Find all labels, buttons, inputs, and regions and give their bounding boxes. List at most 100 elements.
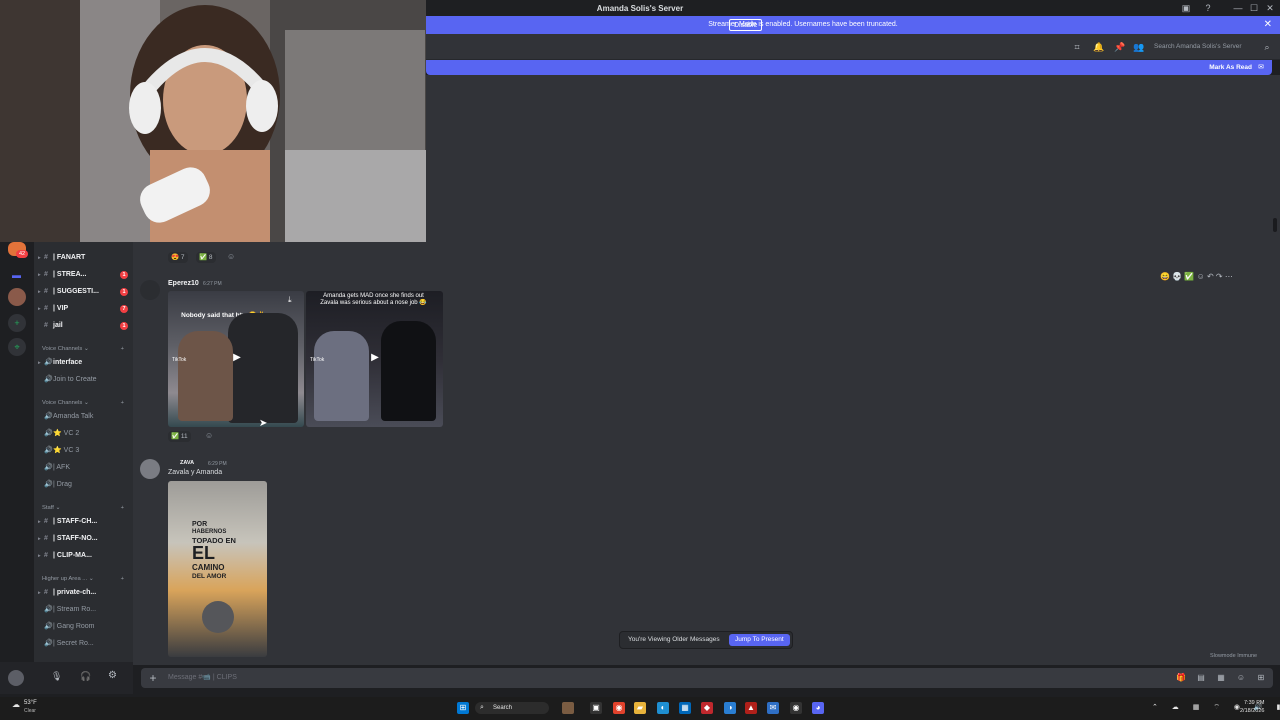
taskbar-clock[interactable]: 7:39 PM [1244,700,1264,706]
older-messages-bar: You're Viewing Older Messages Jump To Pr… [619,631,793,649]
channel-staff-chat[interactable]: ▸ # | STAFF-CH... [38,515,130,529]
voice-channel-vc2[interactable]: 🔊⭐ VC 2 [38,427,130,441]
voice-channel-secret-room[interactable]: 🔊| Secret Ro... [38,637,130,651]
headphones-icon[interactable]: 🎧 [80,671,91,682]
channel-streams[interactable]: ▸ # | STREA... 1 [38,268,130,282]
voice-channel-join-to-create[interactable]: 🔊Join to Create [38,373,130,387]
search-input[interactable]: Search Amanda Solis's Server [1154,41,1270,53]
category-voice-channels[interactable]: Voice Channels ⌄ + [42,343,130,355]
image-attachment[interactable]: POR HABERNOS TOPADO EN EL CAMINO DEL AMO… [168,481,267,657]
taskbar-app-icon[interactable]: ◉ [790,702,802,714]
gif-icon[interactable]: ▤ [1196,673,1206,683]
mark-read-icon: ✉ [1258,64,1264,71]
channel-vip[interactable]: ▸ # | VIP 7 [38,302,130,316]
taskbar-app-icon[interactable]: ◑ [724,702,736,714]
gear-icon[interactable]: ⚙ [108,670,117,681]
message-input[interactable]: Message #📹 | CLIPS [168,673,237,681]
server-avatar[interactable] [8,288,26,306]
minimize-button[interactable]: — [1230,2,1246,14]
task-view-icon[interactable]: ▣ [590,702,602,714]
taskbar-app-icon[interactable]: ▲ [745,702,757,714]
play-icon[interactable]: ▶ [230,351,244,365]
reply-icon[interactable]: ↶ [1207,272,1214,281]
voice-channel-afk[interactable]: 🔊| AFK [38,461,130,475]
channel-suggestions[interactable]: ▸ # | SUGGESTI... 1 [38,285,130,299]
voice-channel-gang-room[interactable]: 🔊| Gang Room [38,620,130,634]
channel-clip-manager[interactable]: ▸ # | CLIP-MA... [38,549,130,563]
avatar[interactable] [140,280,160,300]
add-reaction-icon[interactable]: ☺ [205,431,213,440]
reaction-check[interactable]: ✅ 8 [196,252,216,263]
category-higher-up[interactable]: Higher up Area ... ⌄ + [42,573,130,585]
voice-channel-drag[interactable]: 🔊| Drag [38,478,130,492]
help-icon[interactable]: ? [1200,2,1216,14]
apps-icon[interactable]: ⊞ [1256,673,1266,683]
voice-channel-amanda-talk[interactable]: 🔊Amanda Talk [38,410,130,424]
channel-staff-notes[interactable]: ▸ # | STAFF-NO... [38,532,130,546]
maximize-button[interactable]: ☐ [1246,2,1262,14]
more-icon[interactable]: ⋯ [1225,272,1233,281]
message-author[interactable]: ZAVA [180,460,194,466]
image-text-line: DEL AMOR [192,573,227,580]
inbox-icon[interactable]: ▣ [1178,2,1194,14]
image-text-line: EL [192,543,216,563]
reaction-check[interactable]: ✅ 11 [168,431,191,442]
taskbar-app-icon[interactable] [562,702,574,714]
jump-to-present-button[interactable]: Jump To Present [729,634,790,646]
voice-channel-stream-room[interactable]: 🔊| Stream Ro... [38,603,130,617]
tiktok-watermark: TikTok [310,357,325,363]
chat-scrollbar[interactable] [1273,218,1277,232]
weather-condition: Clear [24,708,36,714]
voice-channel-interface[interactable]: ▸ 🔊interface [38,356,130,370]
taskbar-search[interactable]: Search [475,702,549,714]
channel-jail[interactable]: # jail 1 [38,319,130,333]
start-button[interactable]: ⊞ [457,702,469,714]
member-list-icon[interactable]: 👥 [1133,42,1144,52]
discover-icon[interactable]: ⌖ [8,338,26,356]
taskbar-app-icon[interactable]: ✉ [767,702,779,714]
edge-icon[interactable]: ◐ [657,702,669,714]
gift-icon[interactable]: 🎁 [1176,673,1186,683]
notification-bell-icon[interactable]: 🔔 [1093,42,1104,52]
mark-as-read-button[interactable]: Mark As Read [1209,64,1252,71]
sticker-icon[interactable]: ▦ [1216,673,1226,683]
attach-file-icon[interactable]: + [146,671,160,685]
add-reaction-icon[interactable]: ☺ [1197,272,1205,281]
avatar[interactable] [140,459,160,479]
download-icon[interactable]: ⤓ [288,295,292,305]
close-banner-icon[interactable]: ✕ [1264,19,1272,30]
forward-icon[interactable]: ↷ [1216,272,1223,281]
threads-icon[interactable]: ⌗ [1072,42,1082,52]
store-icon[interactable]: ▦ [679,702,691,714]
category-voice-channels-2[interactable]: Voice Channels ⌄ + [42,397,130,409]
search-icon: ⌕ [1264,42,1270,52]
discord-taskbar-icon[interactable]: ◕ [812,702,824,714]
file-explorer-icon[interactable]: ▰ [634,702,646,714]
taskbar-app-icon[interactable]: ◆ [701,702,713,714]
video-attachment[interactable]: Amanda gets MAD once she finds out Zaval… [306,291,443,427]
user-avatar[interactable] [8,670,24,686]
weather-icon[interactable]: ☁ [12,700,20,709]
chrome-icon[interactable]: ◉ [613,702,625,714]
message-actions-toolbar[interactable]: 😄 💀 ✅ ☺ ↶ ↷ ⋯ [1160,272,1233,281]
message-text: Zavala y Amanda [168,469,223,476]
channel-fanart[interactable]: ▸ # | FANART [38,251,130,265]
close-window-button[interactable]: ✕ [1262,2,1278,14]
voice-channel-vc3[interactable]: 🔊⭐ VC 3 [38,444,130,458]
pinned-messages-icon[interactable]: 📌 [1114,42,1125,52]
taskbar-date[interactable]: 2/18/2026 [1240,708,1264,714]
disable-streamer-mode-button[interactable]: Disable [729,19,763,31]
reaction-heart-eyes[interactable]: 😍 7 [168,252,188,263]
add-server-icon[interactable]: + [8,314,26,332]
microphone-icon[interactable]: 🎙 [51,671,62,682]
video-attachment[interactable]: Nobody said that btw 😭✌ ▶ TikTok ⤓ [168,291,304,427]
message-composer[interactable]: + Message #📹 | CLIPS 🎁 ▤ ▦ ☺ ⊞ [141,668,1273,688]
new-messages-bar[interactable]: Mark As Read ✉ [426,60,1272,75]
emoji-icon[interactable]: ☺ [1236,673,1246,683]
channel-private-chat[interactable]: ▸ # | private-ch... [38,586,130,600]
message-author[interactable]: Eperez10 [168,280,199,287]
folder-icon[interactable]: ▬ [12,270,21,280]
category-staff[interactable]: Staff ⌄ + [42,502,130,514]
add-reaction-icon[interactable]: ☺ [227,252,235,261]
play-icon[interactable]: ▶ [368,351,382,365]
